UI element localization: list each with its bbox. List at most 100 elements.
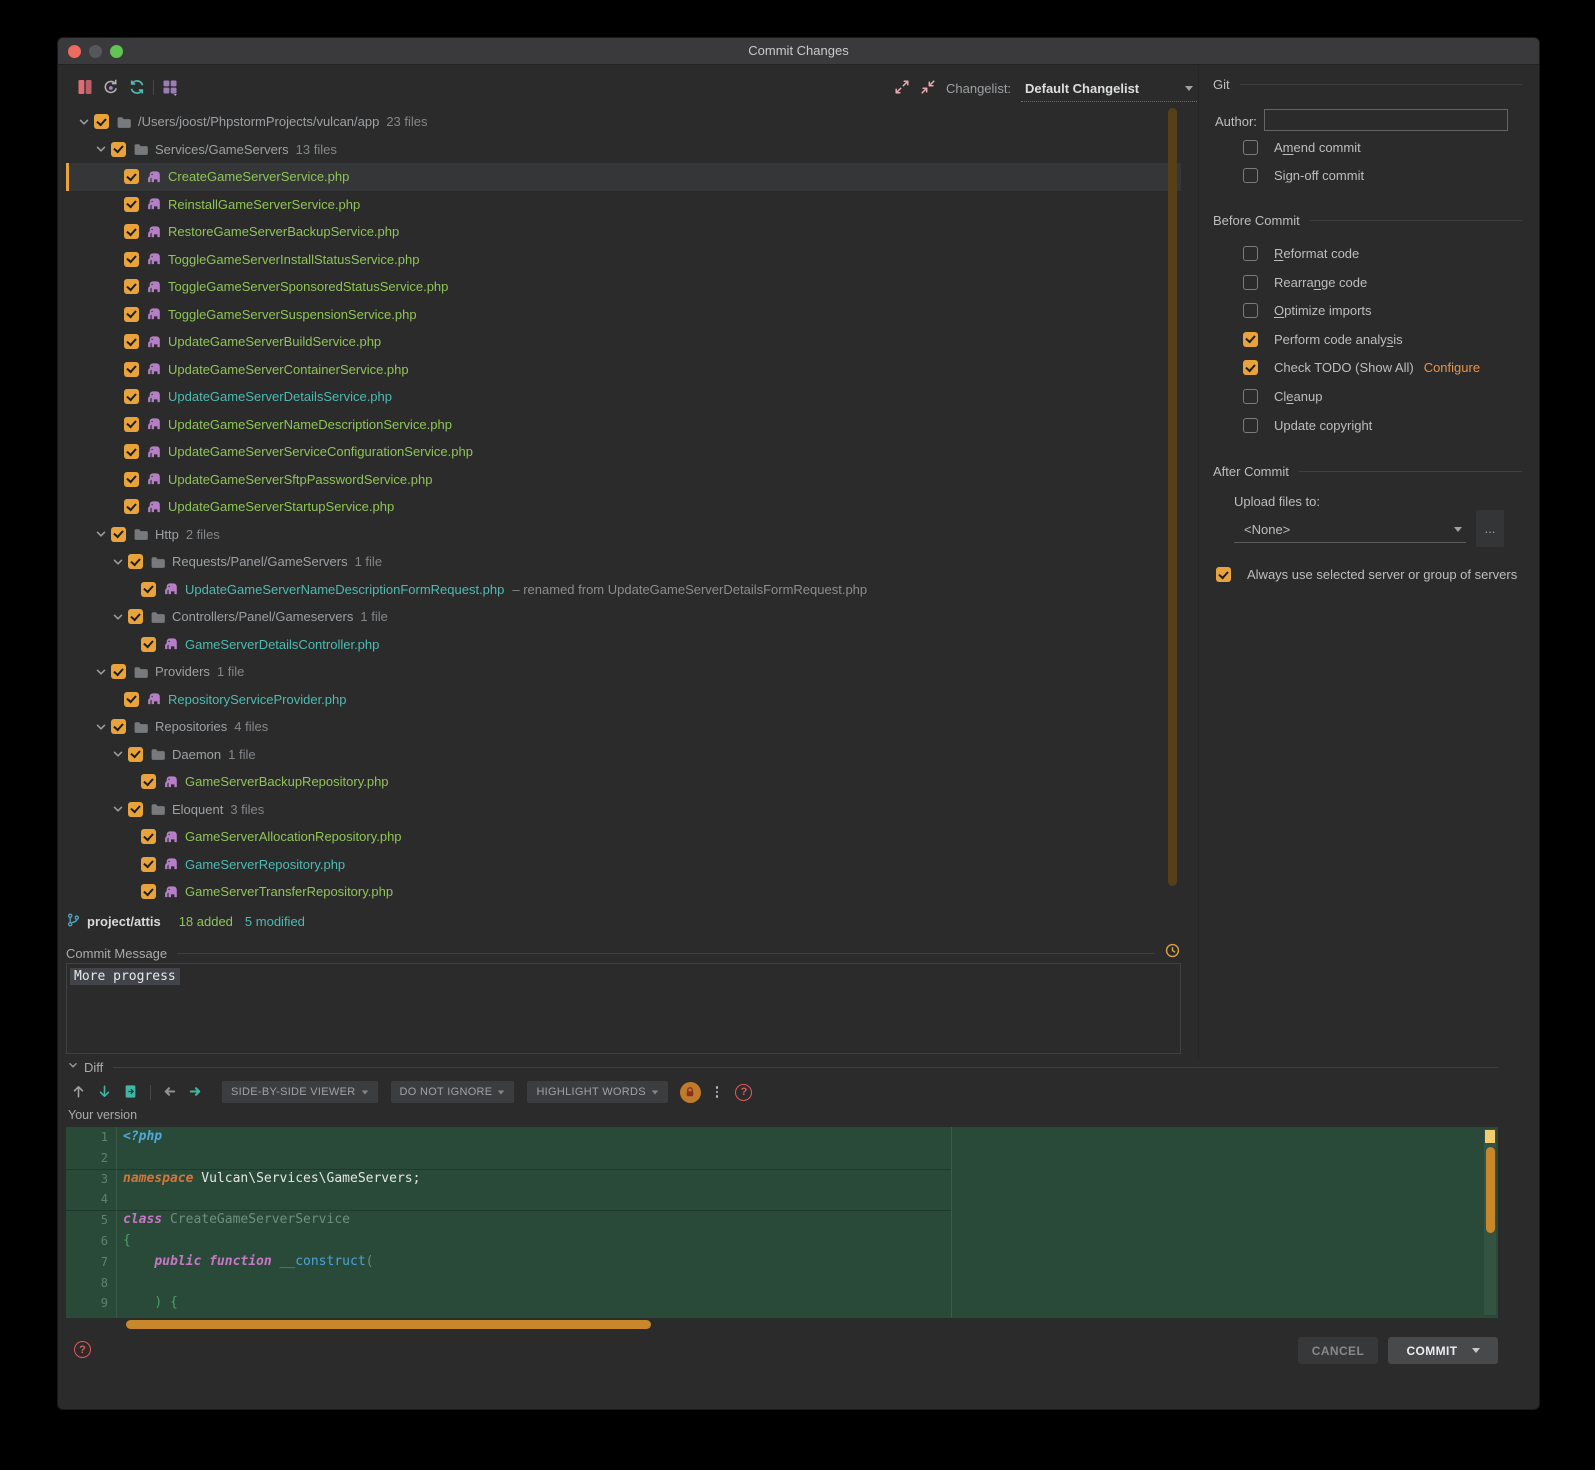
branch-name[interactable]: project/attis (87, 914, 161, 929)
file-checkbox[interactable] (141, 637, 156, 652)
chevron-down-icon[interactable] (110, 609, 126, 625)
option-checkbox[interactable] (1243, 168, 1258, 183)
tree-row-file[interactable]: GameServerDetailsController.php (66, 631, 1181, 659)
tree-row-directory[interactable]: Repositories4 files (66, 713, 1181, 741)
tree-row-file[interactable]: CreateGameServerService.php (66, 163, 1181, 191)
file-checkbox[interactable] (124, 472, 139, 487)
tree-row-file[interactable]: UpdateGameServerServiceConfigurationServ… (66, 438, 1181, 466)
tree-row-file[interactable]: ReinstallGameServerService.php (66, 191, 1181, 219)
chevron-down-icon[interactable] (93, 526, 109, 542)
commit-message-input[interactable]: More progress (66, 963, 1181, 1054)
changelist-dropdown[interactable]: Default Changelist (1021, 76, 1199, 102)
option-checkbox[interactable] (1216, 567, 1231, 582)
tree-row-directory[interactable]: Daemon1 file (66, 741, 1181, 769)
tree-row-file[interactable]: UpdateGameServerBuildService.php (66, 328, 1181, 356)
revert-icon[interactable] (102, 78, 120, 96)
file-checkbox[interactable] (141, 857, 156, 872)
expand-all-icon[interactable] (894, 79, 912, 97)
option-checkbox[interactable] (1243, 303, 1258, 318)
file-checkbox[interactable] (111, 719, 126, 734)
option-checkbox[interactable] (1243, 275, 1258, 290)
tree-row-file[interactable]: GameServerRepository.php (66, 851, 1181, 879)
chevron-down-icon[interactable] (110, 801, 126, 817)
tree-row-file[interactable]: UpdateGameServerStartupService.php (66, 493, 1181, 521)
file-checkbox[interactable] (124, 169, 139, 184)
file-checkbox[interactable] (141, 884, 156, 899)
cancel-button[interactable]: CANCEL (1298, 1337, 1378, 1364)
commit-options-chevron-icon[interactable] (1472, 1348, 1480, 1353)
file-checkbox[interactable] (124, 307, 139, 322)
jump-to-source-icon[interactable] (123, 1084, 139, 1100)
file-checkbox[interactable] (124, 389, 139, 404)
author-field[interactable] (1264, 109, 1508, 131)
diff-editor-your-version[interactable]: 12345678910 <?phpnamespace Vulcan\Servic… (66, 1127, 1498, 1318)
editor-horizontal-scrollbar[interactable] (126, 1320, 651, 1329)
tree-row-directory[interactable]: Http2 files (66, 521, 1181, 549)
diff-collapse-chevron-icon[interactable] (66, 1058, 80, 1077)
collapse-all-icon[interactable] (920, 79, 938, 97)
next-difference-icon[interactable] (97, 1084, 113, 1100)
file-checkbox[interactable] (124, 417, 139, 432)
tree-row-directory[interactable]: Providers1 file (66, 658, 1181, 686)
option-checkbox[interactable] (1243, 418, 1258, 433)
file-checkbox[interactable] (124, 692, 139, 707)
help-button[interactable]: ? (74, 1341, 91, 1358)
option-checkbox[interactable] (1243, 360, 1258, 375)
tree-row-file[interactable]: ToggleGameServerInstallStatusService.php (66, 246, 1181, 274)
chevron-down-icon[interactable] (110, 554, 126, 570)
tree-row-file[interactable]: GameServerTransferRepository.php (66, 878, 1181, 906)
file-checkbox[interactable] (128, 747, 143, 762)
tree-row-file[interactable]: UpdateGameServerContainerService.php (66, 356, 1181, 384)
chevron-down-icon[interactable] (110, 746, 126, 762)
chevron-down-icon[interactable] (76, 114, 92, 130)
file-checkbox[interactable] (111, 664, 126, 679)
file-checkbox[interactable] (128, 609, 143, 624)
refresh-icon[interactable] (128, 78, 146, 96)
more-options-icon[interactable] (714, 1084, 721, 1100)
browse-servers-button[interactable]: ... (1476, 510, 1504, 547)
chevron-down-icon[interactable] (93, 141, 109, 157)
tree-row-file[interactable]: RestoreGameServerBackupService.php (66, 218, 1181, 246)
file-checkbox[interactable] (124, 499, 139, 514)
upload-server-dropdown[interactable]: <None> (1234, 517, 1466, 543)
show-diff-icon[interactable] (76, 78, 94, 96)
option-checkbox[interactable] (1243, 332, 1258, 347)
file-checkbox[interactable] (141, 582, 156, 597)
tree-row-directory[interactable]: Eloquent3 files (66, 796, 1181, 824)
tree-row-file[interactable]: UpdateGameServerNameDescriptionService.p… (66, 411, 1181, 439)
chevron-down-icon[interactable] (93, 664, 109, 680)
configure-link[interactable]: Configure (1424, 360, 1480, 375)
next-file-icon[interactable] (188, 1084, 204, 1100)
tree-row-file[interactable]: ToggleGameServerSponsoredStatusService.p… (66, 273, 1181, 301)
file-checkbox[interactable] (124, 252, 139, 267)
file-checkbox[interactable] (111, 142, 126, 157)
tree-row-file[interactable]: RepositoryServiceProvider.php (66, 686, 1181, 714)
file-checkbox[interactable] (128, 802, 143, 817)
ignore-policy-dropdown[interactable]: DO NOT IGNORE (391, 1081, 515, 1103)
viewer-mode-dropdown[interactable]: SIDE-BY-SIDE VIEWER (222, 1081, 378, 1103)
file-checkbox[interactable] (141, 774, 156, 789)
previous-file-icon[interactable] (162, 1084, 178, 1100)
tree-row-directory[interactable]: Requests/Panel/GameServers1 file (66, 548, 1181, 576)
diff-help-icon[interactable]: ? (735, 1084, 752, 1101)
file-checkbox[interactable] (124, 279, 139, 294)
file-checkbox[interactable] (128, 554, 143, 569)
tree-row-directory[interactable]: Services/GameServers13 files (66, 136, 1181, 164)
message-history-icon[interactable] (1164, 942, 1181, 964)
file-checkbox[interactable] (124, 224, 139, 239)
readonly-lock-icon[interactable] (680, 1082, 701, 1103)
tree-row-directory[interactable]: /Users/joost/PhpstormProjects/vulcan/app… (66, 108, 1181, 136)
tree-row-file[interactable]: UpdateGameServerSftpPasswordService.php (66, 466, 1181, 494)
editor-vertical-scrollbar[interactable] (1486, 1147, 1495, 1233)
file-checkbox[interactable] (124, 362, 139, 377)
tree-row-file[interactable]: ToggleGameServerSuspensionService.php (66, 301, 1181, 329)
group-by-icon[interactable] (161, 78, 179, 96)
tree-row-directory[interactable]: Controllers/Panel/Gameservers1 file (66, 603, 1181, 631)
file-checkbox[interactable] (124, 334, 139, 349)
tree-row-file[interactable]: UpdateGameServerDetailsService.php (66, 383, 1181, 411)
file-checkbox[interactable] (94, 114, 109, 129)
tree-scrollbar[interactable] (1168, 108, 1177, 886)
file-checkbox[interactable] (141, 829, 156, 844)
tree-row-file[interactable]: GameServerAllocationRepository.php (66, 823, 1181, 851)
error-stripe-mark[interactable] (1485, 1130, 1495, 1143)
